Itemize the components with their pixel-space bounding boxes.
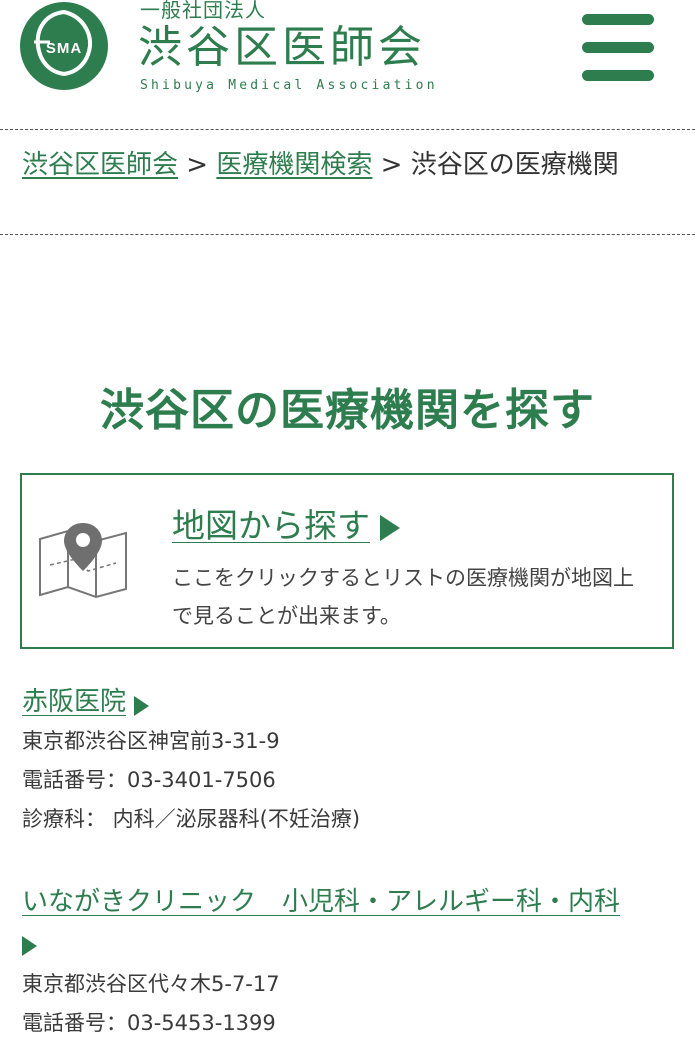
hamburger-menu-icon[interactable] (582, 14, 656, 82)
clinic-address: 東京都渋谷区代々木5-7-17 (22, 972, 280, 996)
breadcrumb-home-link[interactable]: 渋谷区医師会 (22, 150, 178, 180)
map-search-link[interactable]: 地図から探す (172, 499, 400, 547)
breadcrumb: 渋谷区医師会 > 医療機関検索 > 渋谷区の医療機関 (0, 129, 695, 235)
clinic-name-link[interactable]: いながきクリニック 小児科・アレルギー科・内科 (22, 882, 682, 965)
map-search-description: ここをクリックするとリストの医療機関が地図上で見ることが出来ます。 (172, 566, 634, 628)
org-name-english: Shibuya Medical Association (140, 78, 438, 93)
triangle-right-icon (134, 695, 150, 716)
page-title: 渋谷区の医療機関を探す (100, 385, 595, 436)
org-name[interactable]: 渋谷区医師会 (138, 22, 426, 74)
org-type: 一般社団法人 (140, 0, 266, 22)
breadcrumb-separator: > (186, 150, 209, 180)
clinic-list-item: いながきクリニック 小児科・アレルギー科・内科 東京都渋谷区代々木5-7-17 … (22, 882, 682, 1043)
map-search-title: 地図から探す (172, 506, 370, 545)
breadcrumb-search-link[interactable]: 医療機関検索 (216, 150, 372, 180)
clinic-name: 赤阪医院 (22, 687, 127, 717)
clinic-name: いながきクリニック 小児科・アレルギー科・内科 (22, 887, 621, 917)
map-pin-icon (39, 523, 127, 599)
triangle-right-icon (22, 935, 37, 956)
clinic-name-link[interactable]: 赤阪医院 (22, 682, 682, 722)
logo-text: SMA (45, 40, 83, 57)
clinic-phone: 電話番号：03-3401-7506 (22, 768, 276, 792)
site-header: SMA 一般社団法人 渋谷区医師会 Shibuya Medical Associ… (0, 0, 695, 128)
clinic-departments: 診療科： 内科／泌尿器科(不妊治療) (22, 807, 361, 831)
sma-logo[interactable]: SMA (20, 2, 108, 90)
map-search-box[interactable]: 地図から探す ここをクリックするとリストの医療機関が地図上で見ることが出来ます。 (20, 473, 674, 649)
breadcrumb-separator: > (380, 150, 403, 180)
breadcrumb-current: 渋谷区の医療機関 (410, 150, 619, 180)
clinic-list-item: 赤阪医院 東京都渋谷区神宮前3-31-9 電話番号：03-3401-7506 診… (22, 682, 682, 839)
clinic-address: 東京都渋谷区神宮前3-31-9 (22, 729, 280, 753)
triangle-right-icon (380, 514, 400, 541)
